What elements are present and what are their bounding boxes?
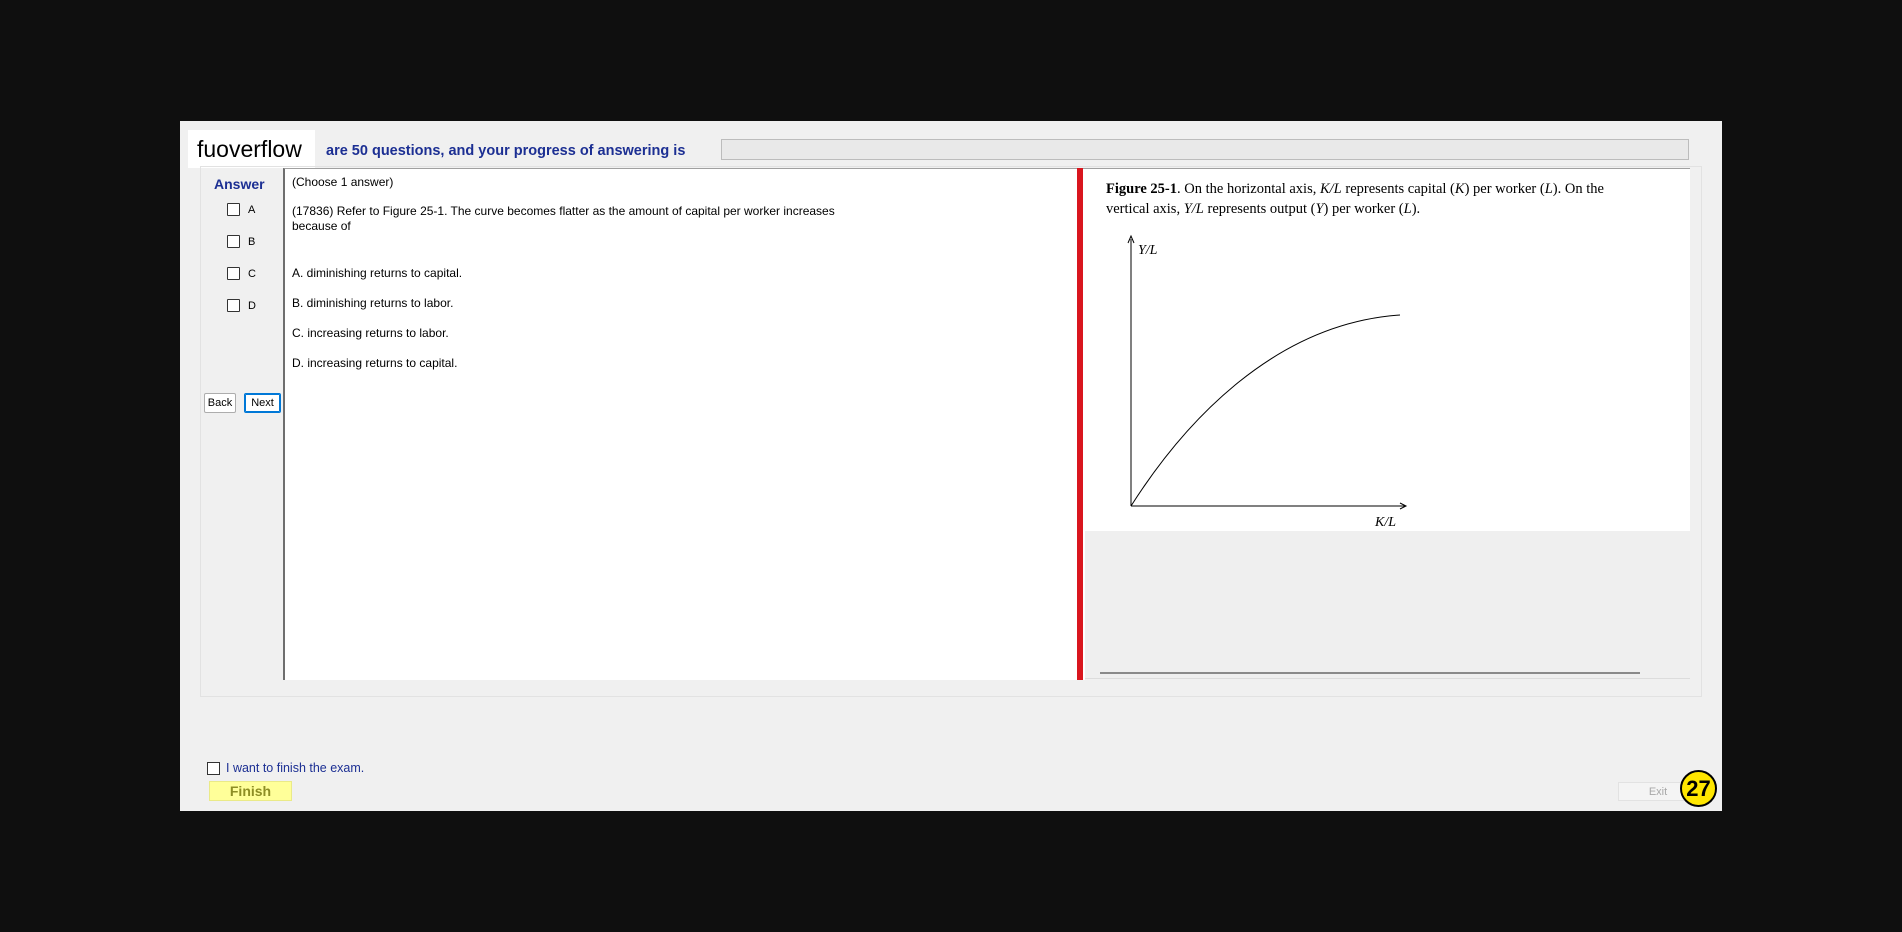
next-button[interactable]: Next	[244, 393, 281, 413]
option-d-label: D	[248, 299, 256, 312]
exam-window: fuoverflow are 50 questions, and your pr…	[180, 121, 1722, 811]
divider-line	[1100, 672, 1640, 674]
watermark-logo: fuoverflow	[188, 130, 315, 168]
question-stem: (17836) Refer to Figure 25-1. The curve …	[292, 204, 835, 234]
question-stem-line1: (17836) Refer to Figure 25-1. The curve …	[292, 204, 835, 218]
production-curve	[1130, 314, 1401, 507]
answer-title: Answer	[214, 176, 265, 192]
finish-confirm-checkbox[interactable]: I want to finish the exam.	[207, 761, 364, 775]
finish-confirm-label: I want to finish the exam.	[226, 761, 365, 775]
option-c-checkbox[interactable]: C	[227, 267, 256, 280]
finish-button[interactable]: Finish	[209, 781, 292, 801]
progress-bar	[721, 139, 1689, 160]
figure-panel-blank	[1085, 531, 1690, 679]
y-axis-label: Y/L	[1138, 243, 1158, 258]
choice-d: D. increasing returns to capital.	[292, 356, 458, 370]
question-panel: (Choose 1 answer) (17836) Refer to Figur…	[283, 168, 1085, 680]
checkbox-icon[interactable]	[207, 761, 220, 775]
option-c-label: C	[248, 267, 256, 280]
back-button[interactable]: Back	[204, 393, 236, 413]
checkbox-icon[interactable]	[227, 203, 240, 216]
choice-b: B. diminishing returns to labor.	[292, 296, 454, 310]
option-b-checkbox[interactable]: B	[227, 235, 255, 248]
choice-c: C. increasing returns to labor.	[292, 326, 449, 340]
option-d-checkbox[interactable]: D	[227, 299, 256, 312]
production-function-graph: Y/L K/L	[1127, 234, 1408, 530]
question-stem-line2: because of	[292, 219, 351, 233]
progress-text: are 50 questions, and your progress of a…	[326, 143, 686, 159]
panel-splitter[interactable]	[1077, 168, 1083, 680]
checkbox-icon[interactable]	[227, 299, 240, 312]
option-a-checkbox[interactable]: A	[227, 203, 255, 216]
checkbox-icon[interactable]	[227, 267, 240, 280]
checkbox-icon[interactable]	[227, 235, 240, 248]
question-instruction: (Choose 1 answer)	[292, 175, 394, 189]
option-b-label: B	[248, 235, 256, 248]
option-a-label: A	[248, 203, 256, 216]
question-number-badge: 27	[1680, 770, 1717, 807]
figure-panel: Figure 25-1. On the horizontal axis, K/L…	[1085, 168, 1690, 532]
choice-a: A. diminishing returns to capital.	[292, 266, 463, 280]
x-axis-label: K/L	[1374, 515, 1396, 530]
